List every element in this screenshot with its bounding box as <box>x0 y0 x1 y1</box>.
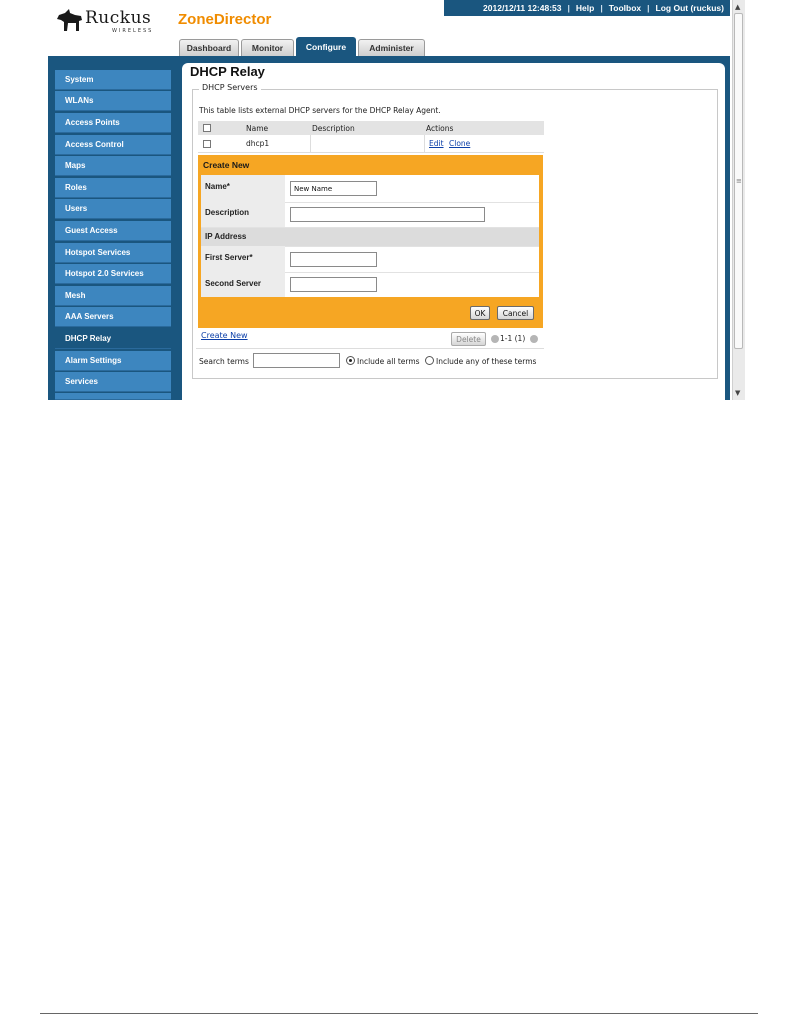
description-label: Description <box>201 202 285 227</box>
row-checkbox[interactable] <box>203 139 211 148</box>
next-page-icon[interactable] <box>530 335 538 343</box>
form-row-name: Name* <box>201 175 539 203</box>
sidebar-item-guest-access[interactable]: Guest Access <box>55 221 171 241</box>
toolbox-link[interactable]: Toolbox <box>609 3 641 13</box>
column-header-name: Name <box>246 123 269 133</box>
include-any-radio[interactable] <box>425 356 434 365</box>
sidebar-item-wlans[interactable]: WLANs <box>55 91 171 111</box>
sidebar-item-partial <box>55 393 171 400</box>
tab-dashboard[interactable]: Dashboard <box>179 39 239 56</box>
grip-icon: ≡ <box>736 177 742 185</box>
logo-subtitle: WIRELESS <box>112 28 154 34</box>
page-title: DHCP Relay <box>190 64 265 79</box>
include-all-label: Include all terms <box>357 357 420 366</box>
separator: | <box>647 3 650 13</box>
page-bottom-rule <box>40 1013 758 1014</box>
name-input[interactable] <box>290 181 377 196</box>
sidebar-item-access-points[interactable]: Access Points <box>55 113 171 133</box>
description-input[interactable] <box>290 207 485 222</box>
logo-text: Ruckus <box>85 8 152 28</box>
sidebar-item-system[interactable]: System <box>55 70 171 90</box>
ip-address-section: IP Address <box>201 228 539 247</box>
clone-link[interactable]: Clone <box>449 135 470 152</box>
name-label: Name* <box>201 175 285 202</box>
first-server-input[interactable] <box>290 252 377 267</box>
form-row-description: Description <box>201 202 539 228</box>
second-server-label: Second Server <box>201 272 285 297</box>
sidebar-item-roles[interactable]: Roles <box>55 178 171 198</box>
divider <box>196 348 544 349</box>
column-header-actions: Actions <box>426 123 454 133</box>
delete-button[interactable]: Delete <box>451 332 486 346</box>
sidebar-item-mesh[interactable]: Mesh <box>55 286 171 306</box>
scroll-up-icon[interactable]: ▲ <box>735 3 740 11</box>
form-title: Create New <box>203 160 250 170</box>
sidebar-item-users[interactable]: Users <box>55 199 171 219</box>
scroll-down-icon[interactable]: ▼ <box>735 389 740 397</box>
select-all-checkbox[interactable] <box>203 124 211 132</box>
tab-administer[interactable]: Administer <box>358 39 425 56</box>
sidebar-item-alarm-settings[interactable]: Alarm Settings <box>55 351 171 371</box>
ip-address-label: IP Address <box>205 232 247 241</box>
search-input[interactable] <box>253 353 340 368</box>
ok-button[interactable]: OK <box>470 306 490 320</box>
section-legend: DHCP Servers <box>199 83 261 92</box>
section-description: This table lists external DHCP servers f… <box>199 106 441 115</box>
top-status-bar: 2012/12/11 12:48:53 | Help | Toolbox | L… <box>444 0 730 16</box>
search-label: Search terms <box>199 357 249 366</box>
prev-page-icon[interactable] <box>491 335 499 343</box>
logout-link[interactable]: Log Out (ruckus) <box>656 3 724 13</box>
tab-monitor[interactable]: Monitor <box>241 39 294 56</box>
sidebar-item-aaa-servers[interactable]: AAA Servers <box>55 307 171 327</box>
form-body: Name* Description IP Address First Serve… <box>201 175 539 297</box>
table-row: dhcp1 Edit Clone <box>198 135 544 153</box>
second-server-input[interactable] <box>290 277 377 292</box>
column-header-description: Description <box>312 123 355 133</box>
first-server-label: First Server* <box>201 246 285 272</box>
product-title: ZoneDirector <box>178 11 272 28</box>
create-new-link[interactable]: Create New <box>201 331 248 340</box>
separator: | <box>567 3 570 13</box>
sidebar: System WLANs Access Points Access Contro… <box>55 70 171 400</box>
table-header: Name Description Actions <box>198 121 544 135</box>
separator: | <box>600 3 603 13</box>
cancel-button[interactable]: Cancel <box>497 306 534 320</box>
form-row-first-server: First Server* <box>201 246 539 273</box>
tab-configure[interactable]: Configure <box>296 37 356 56</box>
help-link[interactable]: Help <box>576 3 594 13</box>
row-name: dhcp1 <box>246 139 270 148</box>
include-all-radio[interactable] <box>346 356 355 365</box>
dog-logo-icon <box>57 9 82 31</box>
sidebar-item-access-control[interactable]: Access Control <box>55 135 171 155</box>
edit-link[interactable]: Edit <box>429 135 444 152</box>
sidebar-item-hotspot-2-services[interactable]: Hotspot 2.0 Services <box>55 264 171 284</box>
sidebar-item-hotspot-services[interactable]: Hotspot Services <box>55 243 171 263</box>
sidebar-item-maps[interactable]: Maps <box>55 156 171 176</box>
sidebar-item-services[interactable]: Services <box>55 372 171 392</box>
include-any-label: Include any of these terms <box>436 357 537 366</box>
pagination-info: 1-1 (1) <box>500 334 526 343</box>
form-row-second-server: Second Server <box>201 272 539 297</box>
datetime: 2012/12/11 12:48:53 <box>483 3 562 13</box>
sidebar-item-dhcp-relay[interactable]: DHCP Relay <box>55 329 171 349</box>
